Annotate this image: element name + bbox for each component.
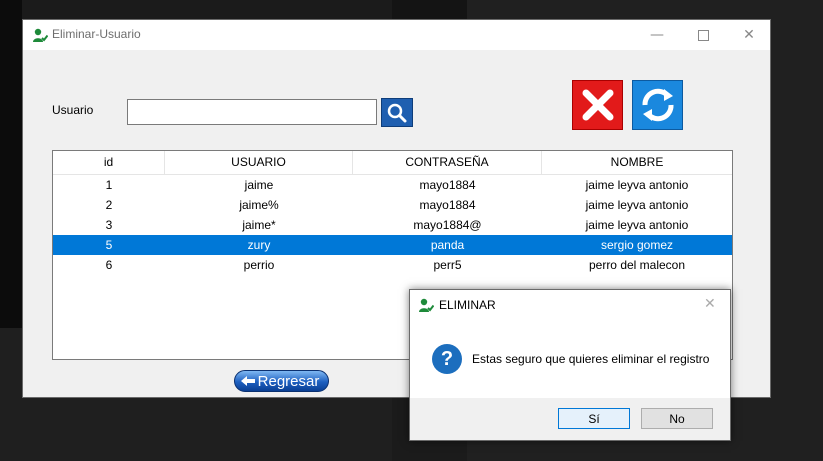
window-titlebar[interactable]: Eliminar-Usuario — ✕ bbox=[23, 20, 770, 50]
cell-contrasena: mayo1884 bbox=[419, 178, 476, 192]
table-row[interactable]: 2 jaime% mayo1884 jaime leyva antonio bbox=[53, 195, 732, 215]
back-arrow-icon bbox=[241, 376, 255, 386]
user-icon bbox=[419, 298, 434, 312]
maximize-icon bbox=[697, 29, 709, 41]
minimize-button[interactable]: — bbox=[634, 20, 680, 50]
cell-usuario: zury bbox=[247, 238, 271, 252]
maximize-button[interactable] bbox=[680, 20, 726, 50]
table-row-selected[interactable]: 5 zury panda sergio gomez bbox=[53, 235, 732, 255]
refresh-arrows-icon bbox=[642, 88, 673, 122]
cell-contrasena: panda bbox=[430, 238, 465, 252]
cell-usuario: jaime% bbox=[239, 198, 279, 212]
cell-usuario: jaime* bbox=[242, 218, 276, 232]
dialog-body: ? Estas seguro que quieres eliminar el r… bbox=[410, 320, 730, 398]
cell-nombre: sergio gomez bbox=[600, 238, 674, 252]
cell-id: 2 bbox=[105, 198, 113, 212]
column-header-nombre[interactable]: NOMBRE bbox=[542, 151, 732, 174]
table-header: id USUARIO CONTRASEÑA NOMBRE bbox=[53, 151, 732, 175]
dialog-close-icon[interactable]: ✕ bbox=[704, 296, 716, 312]
yes-button[interactable]: Sí bbox=[558, 408, 630, 429]
cell-id: 3 bbox=[105, 218, 113, 232]
column-header-id[interactable]: id bbox=[53, 151, 165, 174]
cell-nombre: jaime leyva antonio bbox=[585, 198, 689, 212]
red-x-icon bbox=[582, 89, 613, 121]
user-icon bbox=[33, 28, 48, 42]
usuario-search-input[interactable] bbox=[127, 99, 377, 125]
cell-id: 1 bbox=[105, 178, 113, 192]
question-icon: ? bbox=[432, 344, 462, 374]
table-row[interactable]: 3 jaime* mayo1884@ jaime leyva antonio bbox=[53, 215, 732, 235]
background-panel bbox=[0, 0, 22, 328]
cell-nombre: jaime leyva antonio bbox=[585, 218, 689, 232]
delete-button[interactable] bbox=[572, 80, 623, 130]
column-header-contrasena[interactable]: CONTRASEÑA bbox=[353, 151, 542, 174]
column-header-usuario[interactable]: USUARIO bbox=[165, 151, 353, 174]
dialog-titlebar[interactable]: ELIMINAR ✕ bbox=[410, 290, 730, 320]
dialog-message: Estas seguro que quieres eliminar el reg… bbox=[472, 352, 710, 366]
regresar-button[interactable]: Regresar bbox=[234, 370, 329, 392]
window-title: Eliminar-Usuario bbox=[52, 27, 141, 41]
magnifier-icon bbox=[387, 103, 407, 122]
cell-nombre: perro del malecon bbox=[588, 258, 686, 272]
cell-id: 6 bbox=[105, 258, 113, 272]
minimize-icon: — bbox=[650, 27, 664, 43]
dialog-title: ELIMINAR bbox=[439, 298, 496, 312]
cell-usuario: jaime bbox=[244, 178, 274, 192]
close-icon: ✕ bbox=[743, 27, 755, 43]
table-row[interactable]: 6 perrio perr5 perro del malecon bbox=[53, 255, 732, 275]
search-button[interactable] bbox=[381, 98, 413, 127]
cell-nombre: jaime leyva antonio bbox=[585, 178, 689, 192]
refresh-button[interactable] bbox=[632, 80, 683, 130]
close-button[interactable]: ✕ bbox=[726, 20, 772, 50]
cell-contrasena: perr5 bbox=[433, 258, 462, 272]
no-button[interactable]: No bbox=[641, 408, 713, 429]
eliminar-dialog: ELIMINAR ✕ ? Estas seguro que quieres el… bbox=[409, 289, 731, 441]
usuario-label: Usuario bbox=[52, 103, 94, 117]
cell-id: 5 bbox=[105, 238, 113, 252]
table-row[interactable]: 1 jaime mayo1884 jaime leyva antonio bbox=[53, 175, 732, 195]
cell-usuario: perrio bbox=[243, 258, 275, 272]
cell-contrasena: mayo1884@ bbox=[413, 218, 482, 232]
cell-contrasena: mayo1884 bbox=[419, 198, 476, 212]
